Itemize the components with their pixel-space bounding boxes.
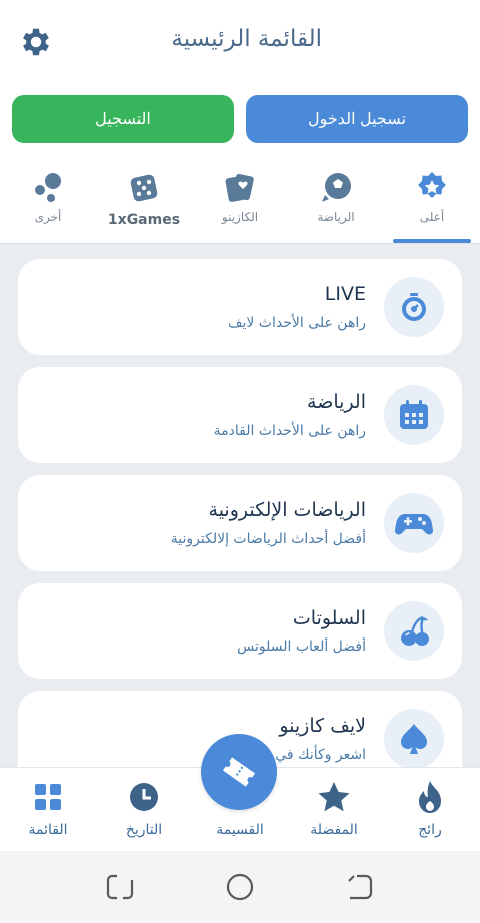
back-icon	[348, 874, 373, 900]
menu-item-title: لايف كازينو	[279, 715, 366, 737]
flame-icon	[419, 781, 441, 813]
home-button[interactable]	[224, 871, 256, 903]
bubbles-icon	[35, 173, 61, 202]
nav-label: رائج	[418, 822, 442, 838]
menu-item-subtitle: راهن على الأحداث لايف	[227, 315, 366, 331]
menu-item-sports[interactable]: الرياضة راهن على الأحداث القادمة	[18, 367, 462, 463]
tab-top[interactable]: أعلى	[384, 158, 480, 244]
spade-icon	[401, 724, 427, 754]
tab-label: الرياضة	[317, 210, 355, 224]
back-button[interactable]	[344, 871, 376, 903]
menu-item-subtitle: أفضل أحداث الرياضات إلالكترونية	[170, 531, 366, 547]
coupon-button[interactable]	[201, 734, 277, 810]
playing-cards-icon	[225, 173, 254, 202]
star-icon	[318, 782, 350, 812]
dice-icon	[130, 174, 158, 202]
nav-label: القائمة	[28, 822, 68, 838]
menu-item-title: الرياضات الإلكترونية	[208, 499, 366, 521]
menu-item-title: السلوتات	[292, 607, 366, 629]
menu-item-title: الرياضة	[307, 391, 366, 413]
tab-label: أعلى	[419, 210, 445, 224]
nav-favorites[interactable]: المفضلة	[286, 768, 382, 852]
menu-item-subtitle: اشعر وكأنك في	[275, 747, 366, 763]
tab-sports[interactable]: الرياضة	[288, 158, 384, 244]
menu-item-slots[interactable]: السلوتات أفضل ألعاب السلوتس	[18, 583, 462, 679]
nav-history[interactable]: التاريخ	[96, 768, 192, 852]
tab-label: 1xGames	[107, 212, 181, 228]
nav-popular[interactable]: رائج	[382, 768, 478, 852]
tab-label: الكازينو	[221, 210, 259, 224]
nav-label: التاريخ	[125, 822, 163, 838]
home-circle-icon	[226, 873, 254, 901]
active-tab-indicator	[393, 239, 471, 243]
page-title: القائمة الرئيسية	[171, 26, 322, 52]
star-badge-icon	[418, 172, 446, 198]
recents-button[interactable]	[104, 871, 136, 903]
menu-item-subtitle: راهن على الأحداث القادمة	[213, 423, 366, 439]
cherries-icon	[401, 615, 429, 646]
tab-1xgames[interactable]: 1xGames	[96, 158, 192, 244]
nav-label: المفضلة	[310, 822, 358, 838]
gear-icon[interactable]	[18, 24, 54, 60]
menu-item-esports[interactable]: الرياضات الإلكترونية أفضل أحداث الرياضات…	[18, 475, 462, 571]
menu-item-subtitle: أفضل ألعاب السلوتس	[237, 639, 366, 655]
register-button[interactable]: التسجيل	[12, 95, 234, 143]
auth-bar: التسجيل تسجيل الدخول	[0, 84, 480, 158]
ticket-icon	[222, 757, 256, 787]
calendar-icon	[400, 400, 428, 429]
tab-label: أخرى	[34, 210, 62, 224]
app-header: القائمة الرئيسية	[0, 0, 480, 84]
nav-label: القسيمة	[216, 822, 264, 838]
stopwatch-icon	[402, 293, 426, 321]
system-nav-bar	[0, 851, 480, 923]
recents-icon	[106, 874, 134, 900]
category-tabs: أعلى الرياضة الكازينو 1xGames أخرى	[0, 158, 480, 244]
login-button[interactable]: تسجيل الدخول	[246, 95, 468, 143]
nav-menu[interactable]: القائمة	[0, 768, 96, 852]
menu-item-live[interactable]: LIVE راهن على الأحداث لايف	[18, 259, 462, 355]
clock-icon	[130, 783, 158, 811]
tab-other[interactable]: أخرى	[0, 158, 96, 244]
tab-casino[interactable]: الكازينو	[192, 158, 288, 244]
soccer-ball-icon	[322, 173, 351, 202]
menu-item-title: LIVE	[324, 283, 366, 305]
gamepad-icon	[395, 514, 433, 535]
menu-list: LIVE راهن على الأحداث لايف الرياضة راهن …	[0, 244, 480, 767]
grid-icon	[35, 784, 61, 810]
